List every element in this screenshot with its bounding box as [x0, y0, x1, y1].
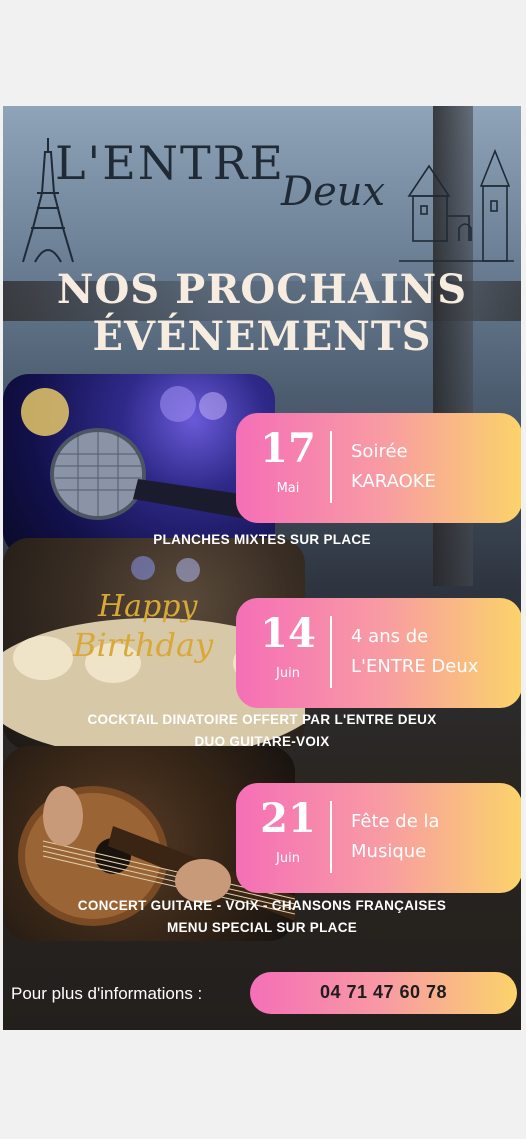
event-caption: PLANCHES MIXTES SUR PLACE	[153, 532, 371, 547]
card-divider	[330, 801, 332, 873]
event-month: Mai	[276, 481, 300, 496]
event-caption: CONCERT GUITARE - VOIX - CHANSONS FRANÇA…	[77, 898, 447, 913]
card-divider	[330, 431, 332, 503]
event-day: 21	[260, 795, 316, 842]
event-caption: MENU SPECIAL SUR PLACE	[166, 920, 358, 935]
info-label: Pour plus d'informations :	[11, 984, 203, 1003]
event-day: 17	[260, 425, 316, 472]
event-name: Soirée KARAOKE	[351, 441, 436, 492]
event-card-fete-musique: 21 Juin Fête de la Musique	[236, 783, 521, 893]
microphone-icon	[21, 386, 275, 524]
title-line-2: ÉVÉNEMENTS	[92, 313, 432, 360]
card-divider	[330, 616, 332, 688]
phone-number-pill[interactable]: 04 71 47 60 78	[250, 972, 517, 1014]
title-line-1: NOS PROCHAINS	[56, 266, 468, 313]
svg-text:Happy: Happy	[97, 589, 198, 624]
event-month: Juin	[276, 666, 300, 681]
event-caption: COCKTAIL DINATOIRE OFFERT PAR L'ENTRE DE…	[87, 712, 437, 727]
event-card-karaoke: 17 Mai Soirée KARAOKE	[236, 413, 521, 523]
karaoke-microphone-photo	[3, 374, 275, 557]
event-name: Fête de la Musique	[351, 811, 440, 862]
event-poster: L'ENTRE Deux NOS PROCHAINS ÉVÉNEMENTS Ha…	[3, 106, 521, 1030]
svg-text:Birthday: Birthday	[72, 626, 214, 664]
event-day: 14	[260, 610, 316, 657]
phone-number[interactable]: 04 71 47 60 78	[250, 982, 517, 1003]
event-month: Juin	[276, 851, 300, 866]
event-caption: DUO GUITARE-VOIX	[194, 734, 330, 749]
logo-main-text: L'ENTRE	[55, 136, 285, 190]
event-card-anniversary: 14 Juin 4 ans de L'ENTRE Deux	[236, 598, 521, 708]
village-houses-icon	[399, 148, 514, 262]
event-name: 4 ans de L'ENTRE Deux	[351, 626, 479, 677]
logo-script-text: Deux	[281, 169, 386, 215]
